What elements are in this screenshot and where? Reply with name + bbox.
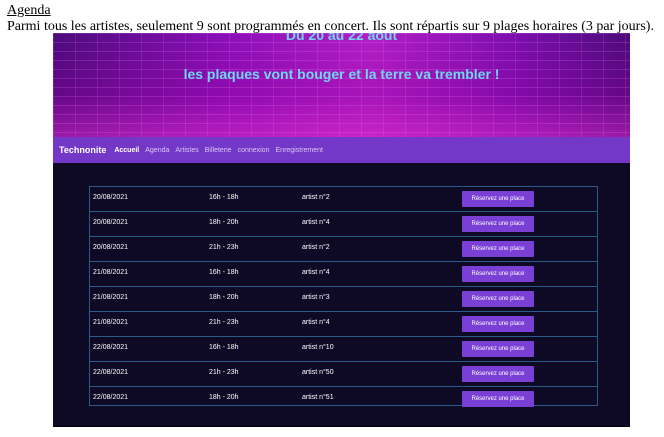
row-date: 21/08/2021	[93, 294, 129, 301]
row-time: 16h - 18h	[209, 344, 239, 351]
row-artist: artist n°51	[302, 394, 334, 401]
reserve-button[interactable]: Réservez une place	[462, 391, 534, 407]
brand-logo[interactable]: Technonite	[59, 145, 106, 155]
navbar: Technonite Accueil Agenda Artistes Bille…	[53, 137, 630, 163]
row-artist: artist n°2	[302, 244, 330, 251]
row-artist: artist n°3	[302, 294, 330, 301]
row-time: 18h - 20h	[209, 294, 239, 301]
row-date: 20/08/2021	[93, 244, 129, 251]
table-row: 21/08/2021 18h - 20h artist n°3 Réservez…	[90, 287, 597, 312]
row-artist: artist n°2	[302, 194, 330, 201]
nav-link-enregistrement[interactable]: Enregistrement	[276, 147, 323, 154]
row-date: 21/08/2021	[93, 319, 129, 326]
row-artist: artist n°50	[302, 369, 334, 376]
website-screenshot: Du 20 au 22 août les plaques vont bouger…	[53, 33, 630, 426]
row-date: 22/08/2021	[93, 369, 129, 376]
table-row: 22/08/2021 16h - 18h artist n°10 Réserve…	[90, 337, 597, 362]
hero-dates: Du 20 au 22 août	[285, 33, 398, 43]
reserve-button[interactable]: Réservez une place	[462, 366, 534, 382]
row-date: 20/08/2021	[93, 194, 129, 201]
row-date: 22/08/2021	[93, 394, 129, 401]
row-time: 21h - 23h	[209, 244, 239, 251]
document-heading: Agenda	[7, 3, 51, 18]
row-time: 21h - 23h	[209, 369, 239, 376]
table-row: 21/08/2021 21h - 23h artist n°4 Réservez…	[90, 312, 597, 337]
reserve-button[interactable]: Réservez une place	[462, 216, 534, 232]
row-time: 16h - 18h	[209, 194, 239, 201]
nav-link-billeterie[interactable]: Billeterie	[205, 147, 232, 154]
row-artist: artist n°4	[302, 219, 330, 226]
reserve-button[interactable]: Réservez une place	[462, 341, 534, 357]
divider-line	[53, 426, 630, 427]
row-date: 22/08/2021	[93, 344, 129, 351]
hero-banner: Du 20 au 22 août les plaques vont bouger…	[53, 33, 630, 137]
reserve-button[interactable]: Réservez une place	[462, 266, 534, 282]
hero-tagline: les plaques vont bouger et la terre va t…	[183, 66, 500, 82]
table-row: 20/08/2021 18h - 20h artist n°4 Réservez…	[90, 212, 597, 237]
table-row: 20/08/2021 21h - 23h artist n°2 Réservez…	[90, 237, 597, 262]
row-time: 18h - 20h	[209, 219, 239, 226]
hero-grid-decoration	[53, 33, 630, 137]
row-artist: artist n°10	[302, 344, 334, 351]
nav-link-accueil[interactable]: Accueil	[114, 147, 139, 154]
row-time: 18h - 20h	[209, 394, 239, 401]
row-date: 21/08/2021	[93, 269, 129, 276]
nav-link-agenda[interactable]: Agenda	[145, 147, 169, 154]
row-artist: artist n°4	[302, 269, 330, 276]
reserve-button[interactable]: Réservez une place	[462, 241, 534, 257]
reserve-button[interactable]: Réservez une place	[462, 316, 534, 332]
reserve-button[interactable]: Réservez une place	[462, 191, 534, 207]
schedule-table: 20/08/2021 16h - 18h artist n°2 Réservez…	[89, 186, 598, 407]
table-row: 20/08/2021 16h - 18h artist n°2 Réservez…	[90, 187, 597, 212]
table-row: 22/08/2021 21h - 23h artist n°50 Réserve…	[90, 362, 597, 387]
row-time: 16h - 18h	[209, 269, 239, 276]
row-time: 21h - 23h	[209, 319, 239, 326]
table-row: 22/08/2021 18h - 20h artist n°51 Réserve…	[90, 387, 597, 411]
nav-link-connexion[interactable]: connexion	[238, 147, 270, 154]
reserve-button[interactable]: Réservez une place	[462, 291, 534, 307]
row-artist: artist n°4	[302, 319, 330, 326]
row-date: 20/08/2021	[93, 219, 129, 226]
table-row: 21/08/2021 16h - 18h artist n°4 Réservez…	[90, 262, 597, 287]
nav-link-artistes[interactable]: Artistes	[175, 147, 198, 154]
